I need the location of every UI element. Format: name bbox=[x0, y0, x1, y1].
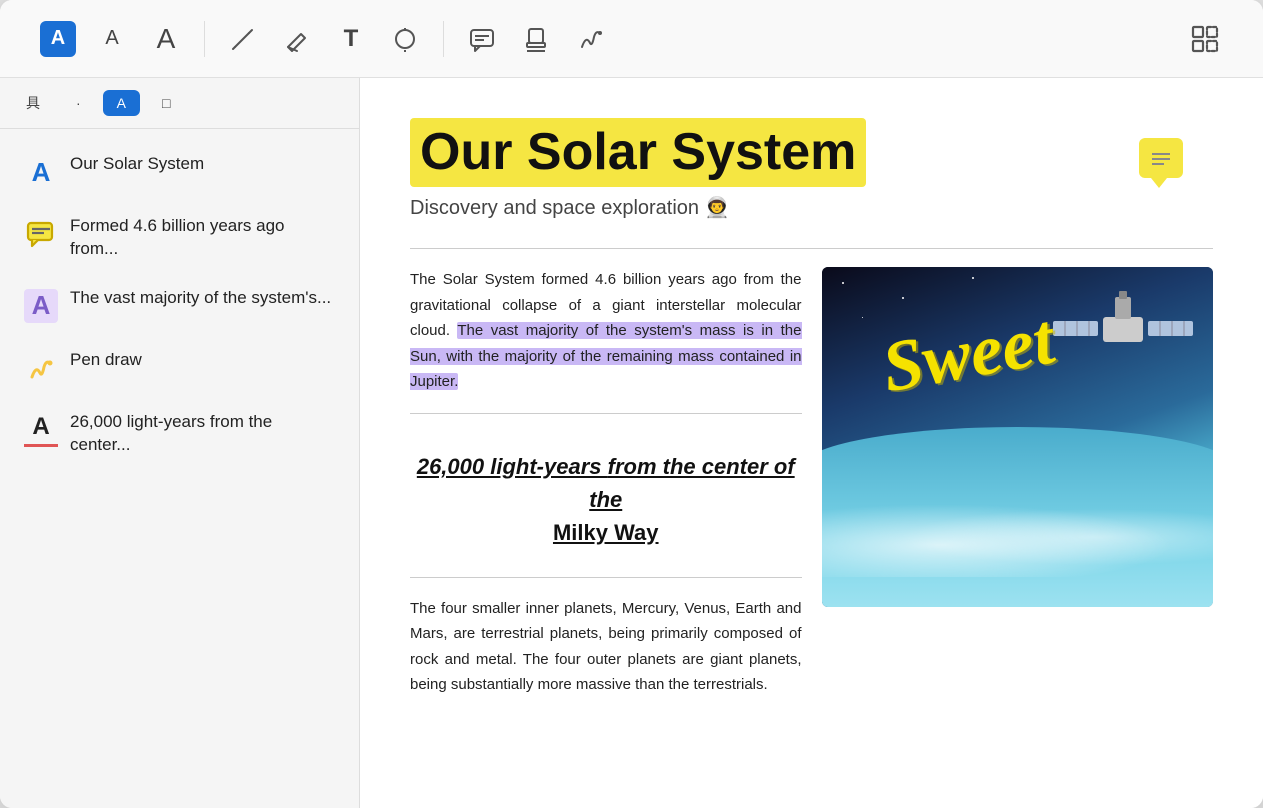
tab-doc[interactable]: □ bbox=[148, 90, 184, 116]
tab-font[interactable]: A bbox=[103, 90, 140, 116]
satellite-shape bbox=[1043, 277, 1203, 397]
shape-tool-icon[interactable] bbox=[387, 21, 423, 57]
text-tool-icon[interactable]: T bbox=[333, 21, 369, 57]
sidebar-items: A Our Solar System Formed 4.6 bi bbox=[0, 129, 359, 808]
font-icon[interactable]: A bbox=[40, 21, 76, 57]
sidebar-item-pen[interactable]: Pen draw bbox=[8, 337, 351, 397]
doc-quote: 26,000 light-years from the center of th… bbox=[410, 432, 802, 559]
text-tools-group: A A A bbox=[20, 21, 204, 57]
doc-title: Our Solar System bbox=[420, 123, 856, 181]
sidebar-item-underline-icon: A bbox=[24, 413, 58, 447]
doc-title-highlight: Our Solar System bbox=[410, 118, 866, 187]
doc-two-col: The Solar System formed 4.6 billion year… bbox=[410, 267, 1213, 698]
signature-tool-icon[interactable] bbox=[572, 21, 608, 57]
cloud-layer bbox=[822, 497, 1214, 577]
sidebar-item-title-text: Our Solar System bbox=[70, 153, 204, 176]
sidebar-item-comment-text: Formed 4.6 billion years ago from... bbox=[70, 215, 335, 261]
quote-line3: Milky Way bbox=[553, 520, 659, 545]
sidebar-item-title[interactable]: A Our Solar System bbox=[8, 141, 351, 201]
eraser-tool-icon[interactable] bbox=[279, 21, 315, 57]
space-image: Sweet bbox=[822, 267, 1214, 607]
doc-subtitle: Discovery and space exploration 👨‍🚀 bbox=[410, 195, 1213, 220]
sidebar-item-underline[interactable]: A 26,000 light-years from the center... bbox=[8, 399, 351, 469]
sidebar-item-underline-text: 26,000 light-years from the center... bbox=[70, 411, 335, 457]
toolbar: A A A T bbox=[0, 0, 1263, 78]
draw-tools-group: T bbox=[204, 21, 443, 57]
space-bg: Sweet bbox=[822, 267, 1214, 607]
tab-dots[interactable]: · bbox=[62, 90, 95, 116]
sidebar-item-title-icon: A bbox=[24, 155, 58, 189]
layout-tools-group bbox=[1167, 21, 1243, 57]
body-area: 具 · A □ A Our Solar System bbox=[0, 78, 1263, 808]
doc-body-text-2: The four smaller inner planets, Mercury,… bbox=[410, 596, 802, 698]
comment-bubble[interactable] bbox=[1139, 138, 1183, 178]
sidebar-item-highlight-text: The vast majority of the system's... bbox=[70, 287, 331, 310]
comment-tool-icon[interactable] bbox=[464, 21, 500, 57]
annotation-tools-group bbox=[443, 21, 628, 57]
sidebar-item-highlight-icon: A bbox=[24, 289, 58, 323]
doc-divider-bottom bbox=[410, 577, 802, 578]
highlighted-passage: The vast majority of the system's mass i… bbox=[410, 322, 802, 390]
sidebar-item-comment-icon bbox=[24, 217, 58, 251]
font-size-small-icon[interactable]: A bbox=[94, 21, 130, 57]
doc-image-col: Sweet bbox=[822, 267, 1214, 698]
sidebar-item-pen-text: Pen draw bbox=[70, 349, 142, 372]
font-size-large-icon[interactable]: A bbox=[148, 21, 184, 57]
main-content: Our Solar System Discovery and space exp… bbox=[360, 78, 1263, 808]
app-window: A A A T bbox=[0, 0, 1263, 808]
doc-divider-mid bbox=[410, 413, 802, 414]
stamp-tool-icon[interactable] bbox=[518, 21, 554, 57]
grid-tool-icon[interactable] bbox=[1187, 21, 1223, 57]
doc-title-wrapper: Our Solar System bbox=[410, 118, 1213, 187]
doc-body-text-1: The Solar System formed 4.6 billion year… bbox=[410, 267, 802, 395]
sidebar-item-highlight[interactable]: A The vast majority of the system's... bbox=[8, 275, 351, 335]
sidebar-item-comment[interactable]: Formed 4.6 billion years ago from... bbox=[8, 203, 351, 273]
doc-divider-top bbox=[410, 248, 1213, 249]
quote-line1: 26,000 light-years bbox=[417, 454, 602, 479]
tab-kanji[interactable]: 具 bbox=[12, 88, 54, 118]
doc-body-col1: The Solar System formed 4.6 billion year… bbox=[410, 267, 802, 698]
pen-tool-icon[interactable] bbox=[225, 21, 261, 57]
quote-line2: from the center of the bbox=[589, 454, 794, 512]
sidebar-item-pen-icon bbox=[24, 351, 58, 385]
sidebar-tabs: 具 · A □ bbox=[0, 78, 359, 129]
sidebar: 具 · A □ A Our Solar System bbox=[0, 78, 360, 808]
